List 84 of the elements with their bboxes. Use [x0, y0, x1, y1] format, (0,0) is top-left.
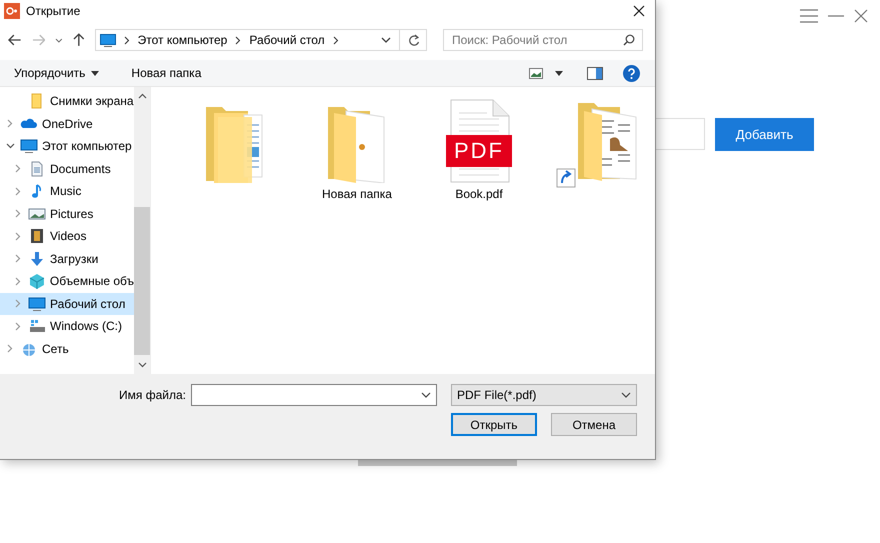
- help-icon[interactable]: [623, 64, 640, 82]
- menu-icon[interactable]: [800, 9, 818, 23]
- file-name-field[interactable]: [191, 384, 437, 406]
- view-icon[interactable]: [529, 68, 543, 78]
- scroll-down-icon[interactable]: [138, 362, 146, 368]
- computer-icon: [100, 34, 116, 46]
- drive-icon: [28, 318, 46, 334]
- file-name: Book.pdf: [455, 187, 503, 201]
- collapsed-chevron-icon[interactable]: [14, 276, 21, 286]
- cancel-button[interactable]: Отмена: [551, 413, 637, 436]
- add-button[interactable]: Добавить: [715, 118, 814, 151]
- file-name: Новая папка: [322, 187, 392, 201]
- file-name-label: Имя файла:: [119, 388, 186, 402]
- up-arrow-icon[interactable]: [72, 33, 85, 47]
- computer-icon: [20, 138, 38, 154]
- download-icon: [28, 250, 46, 267]
- collapsed-chevron-icon[interactable]: [15, 209, 21, 218]
- tree-item[interactable]: Рабочий стол: [0, 292, 134, 315]
- new-folder-button[interactable]: Новая папка: [125, 64, 208, 82]
- app-icon: [4, 3, 20, 19]
- collapsed-chevron-icon[interactable]: [15, 322, 21, 331]
- scroll-bar[interactable]: [134, 87, 150, 374]
- preview-pane-icon[interactable]: [587, 66, 603, 80]
- tree-item[interactable]: Сеть: [0, 338, 134, 360]
- tree-item-label: Снимки экрана: [50, 94, 134, 108]
- collapsed-chevron-icon[interactable]: [15, 232, 21, 241]
- close-icon[interactable]: [633, 5, 645, 17]
- collapsed-chevron-icon[interactable]: [7, 119, 13, 128]
- dropdown-caret-icon: [421, 392, 431, 398]
- pictures-icon: [28, 206, 46, 222]
- collapsed-chevron-icon[interactable]: [15, 254, 21, 264]
- caret-icon[interactable]: [555, 70, 563, 76]
- back-arrow-icon[interactable]: [8, 34, 22, 46]
- file-item[interactable]: PDF Book.pdf: [423, 99, 535, 201]
- tree-item-label: Сеть: [42, 342, 69, 356]
- tree-item[interactable]: Загрузки: [0, 248, 134, 270]
- tree-item-label: Music: [50, 184, 82, 198]
- collapsed-chevron-icon[interactable]: [7, 344, 13, 354]
- path-segment[interactable]: Этот компьютер: [138, 33, 228, 47]
- tree-item[interactable]: Videos: [0, 225, 134, 248]
- desktop-icon: [28, 296, 46, 312]
- open-button[interactable]: Открыть: [451, 413, 537, 436]
- cube-icon: [28, 273, 46, 290]
- organize-button[interactable]: Упорядочить: [8, 64, 106, 82]
- tree-item-label: Объемные объ: [50, 274, 134, 288]
- dropdown-caret-icon[interactable]: [381, 37, 391, 43]
- chevron-icon[interactable]: [235, 36, 242, 44]
- chevron-icon[interactable]: [332, 36, 339, 44]
- collapsed-chevron-icon[interactable]: [15, 186, 21, 196]
- search-field[interactable]: Поиск: Рабочий стол: [443, 29, 643, 51]
- path-segment[interactable]: Рабочий стол: [249, 33, 325, 47]
- tree-item-label: Рабочий стол: [50, 296, 126, 311]
- chevron-icon[interactable]: [124, 36, 130, 44]
- tree-item[interactable]: Pictures: [0, 202, 134, 225]
- expanded-chevron-icon[interactable]: [6, 143, 14, 150]
- tree-item[interactable]: Объемные объ: [0, 270, 134, 292]
- file-item[interactable]: Новая папка: [301, 99, 413, 201]
- caret-icon: [91, 70, 100, 76]
- pdf-badge: PDF: [446, 135, 512, 167]
- tree-item[interactable]: Windows (C:): [0, 315, 134, 338]
- tree-item-label: Windows (C:): [50, 319, 122, 334]
- dropdown-caret-icon: [621, 392, 631, 398]
- tree-item-label: Documents: [50, 162, 111, 176]
- refresh-icon[interactable]: [408, 34, 420, 46]
- scroll-up-icon[interactable]: [138, 93, 146, 99]
- window-title: Открытие: [26, 4, 80, 18]
- tree-item[interactable]: Этот компьютер: [0, 135, 134, 158]
- caret-icon[interactable]: [55, 38, 63, 42]
- tree-item-label: OneDrive: [42, 116, 93, 131]
- tree-item[interactable]: Music: [0, 180, 134, 202]
- collapsed-chevron-icon[interactable]: [15, 164, 21, 174]
- tree-item-label: Этот компьютер: [42, 139, 132, 154]
- tree-item[interactable]: OneDrive: [0, 112, 134, 135]
- tree-item-label: Загрузки: [50, 252, 98, 266]
- address-bar[interactable]: Этот компьютер Рабочий стол: [94, 29, 427, 51]
- scroll-thumb[interactable]: [134, 206, 150, 354]
- tree-item-label: Videos: [50, 229, 86, 244]
- tree-item[interactable]: Documents: [0, 158, 134, 180]
- collapsed-chevron-icon[interactable]: [15, 299, 21, 308]
- tree-item-label: Pictures: [50, 206, 94, 221]
- tree-item[interactable]: Снимки экрана: [0, 90, 134, 112]
- search-icon: [623, 34, 635, 46]
- video-icon: [28, 228, 46, 244]
- file-type-dropdown[interactable]: PDF File(*.pdf): [451, 384, 637, 406]
